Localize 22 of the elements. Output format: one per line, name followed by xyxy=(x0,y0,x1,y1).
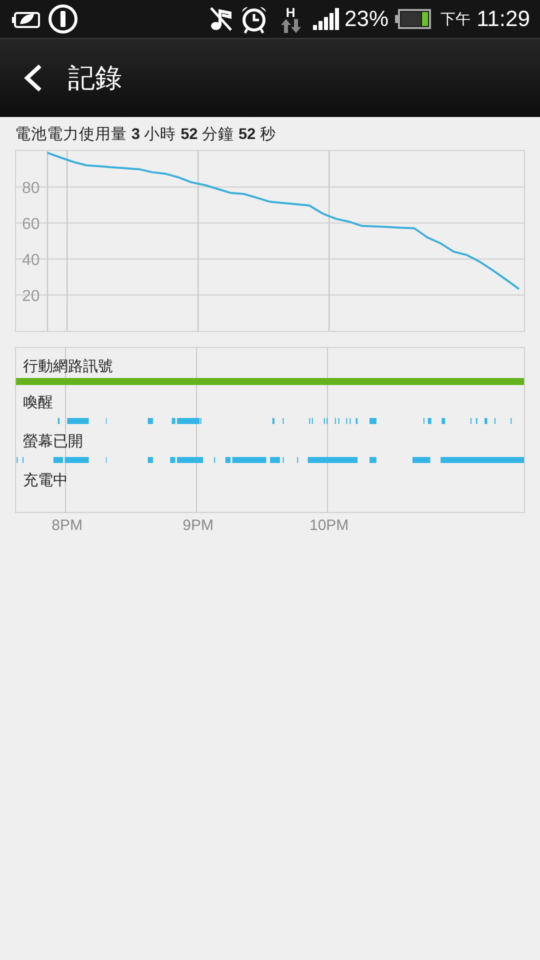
time-axis-label: 10PM xyxy=(309,517,349,534)
time-axis-label: 9PM xyxy=(182,517,214,534)
power-icon xyxy=(48,4,78,34)
clock-time: 11:29 xyxy=(476,6,530,32)
data-arrows-icon xyxy=(280,18,301,32)
signal-icon xyxy=(312,8,339,30)
y-axis-label: 80 xyxy=(22,180,40,197)
muted-music-icon xyxy=(208,6,233,32)
screen-title: 記錄 xyxy=(68,62,122,95)
usage-duration: 電池電力使用量 3 小時 52 分鐘 52 秒 xyxy=(15,125,277,145)
timeline-row-label: 喚醒 xyxy=(22,393,54,413)
time-axis-label: 8PM xyxy=(52,517,82,534)
timeline-row-label: 行動網路訊號 xyxy=(22,357,114,377)
meridiem: 下午 xyxy=(440,10,471,28)
battery-icon xyxy=(394,8,431,30)
y-axis-label: 40 xyxy=(22,252,40,269)
network-type: H xyxy=(286,6,296,18)
timeline-row-label: 充電中 xyxy=(22,471,69,491)
battery-percent: 23% xyxy=(344,6,389,32)
y-axis-label: 20 xyxy=(22,288,40,305)
y-axis-label: 60 xyxy=(22,216,40,233)
timeline-row-label: 螢幕已開 xyxy=(22,432,84,452)
